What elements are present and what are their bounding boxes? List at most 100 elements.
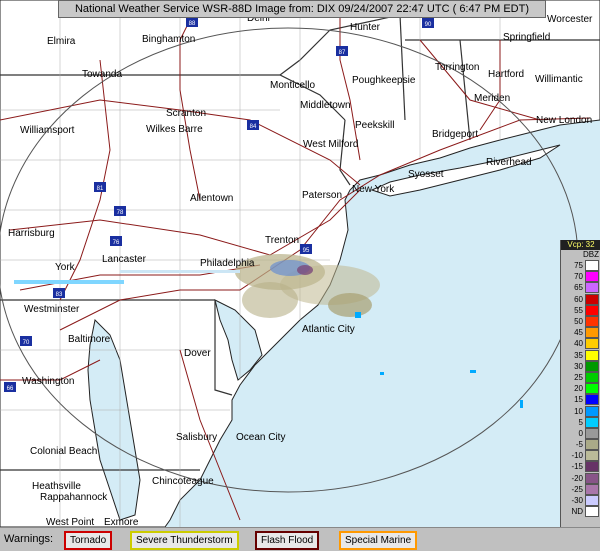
legend-swatch	[585, 271, 599, 283]
legend-level: 50	[561, 316, 600, 328]
legend-swatch	[585, 461, 599, 473]
legend-level-label: 15	[574, 395, 583, 405]
legend-level: -30	[561, 495, 600, 507]
warnings-bar: Warnings: Tornado Severe Thunderstorm Fl…	[0, 527, 600, 551]
legend-level: -5	[561, 439, 600, 451]
city-allentown: Allentown	[190, 193, 233, 204]
legend-level-label: 70	[574, 272, 583, 282]
legend-level: 40	[561, 338, 600, 350]
legend-level-label: -30	[571, 496, 583, 506]
image-title: National Weather Service WSR-88D Image f…	[58, 0, 546, 18]
city-binghamton: Binghamton	[142, 34, 195, 45]
legend-swatch	[585, 472, 599, 484]
legend-level: -25	[561, 483, 600, 495]
city-rappahannock: Rappahannock	[40, 492, 108, 503]
legend-level: 35	[561, 349, 600, 361]
city-york: York	[55, 262, 76, 273]
shield-84: 84	[247, 120, 259, 130]
city-springfield: Springfield	[503, 32, 550, 43]
legend-level: ND	[561, 506, 600, 518]
dbz-legend: Vcp: 32 DBZ 75 70 65 60 55 50 45 40 35 30 25 20 15 10…	[560, 240, 600, 543]
city-towanda: Towanda	[82, 69, 122, 80]
city-peekskill: Peekskill	[355, 120, 394, 131]
warning-flash-flood: Flash Flood	[255, 531, 320, 550]
legend-swatch	[585, 383, 599, 395]
legend-swatch	[585, 282, 599, 294]
svg-text:84: 84	[250, 124, 257, 130]
legend-swatch	[585, 316, 599, 328]
legend-unit: DBZ	[583, 250, 599, 259]
svg-text:88: 88	[189, 21, 196, 27]
city-westminster: Westminster	[24, 304, 80, 315]
legend-level-label: -20	[571, 473, 583, 483]
legend-level-label: 5	[578, 417, 583, 427]
city-baltimore: Baltimore	[68, 334, 111, 345]
svg-text:83: 83	[56, 292, 63, 298]
warning-special-marine: Special Marine	[339, 531, 418, 550]
shield-78: 78	[114, 206, 126, 216]
shield-81: 81	[94, 182, 106, 192]
shield-76: 76	[110, 236, 122, 246]
city-chincoteague: Chincoteague	[152, 476, 214, 487]
legend-level-label: 60	[574, 294, 583, 304]
shield-88: 88	[186, 17, 198, 27]
radar-map: 88 90 87 84 81 78 76 95 83 70 66 Delhi H…	[0, 0, 600, 550]
city-williamsport: Williamsport	[20, 125, 75, 136]
svg-text:81: 81	[97, 186, 104, 192]
legend-level: -15	[561, 461, 600, 473]
city-colonial-beach: Colonial Beach	[30, 446, 97, 457]
city-west-milford: West Milford	[303, 139, 358, 150]
legend-swatch	[585, 327, 599, 339]
city-meriden: Meriden	[474, 93, 510, 104]
legend-level-label: 35	[574, 350, 583, 360]
city-salisbury: Salisbury	[176, 432, 217, 443]
vcp-mode: Vcp: 32	[561, 240, 600, 250]
city-new-york: New York	[352, 184, 395, 195]
city-poughkeepsie: Poughkeepsie	[352, 75, 416, 86]
warning-tornado: Tornado	[64, 531, 113, 550]
legend-level-label: 0	[578, 428, 583, 438]
shield-90: 90	[422, 18, 434, 28]
shield-70: 70	[20, 336, 32, 346]
legend-level: 55	[561, 304, 600, 316]
legend-swatch	[585, 405, 599, 417]
legend-level-label: 50	[574, 317, 583, 327]
legend-level-label: 10	[574, 406, 583, 416]
legend-swatch	[585, 483, 599, 495]
city-harrisburg: Harrisburg	[8, 228, 55, 239]
city-heathsville: Heathsville	[32, 481, 81, 492]
shield-83: 83	[53, 288, 65, 298]
svg-text:76: 76	[113, 240, 120, 246]
legend-level-label: 45	[574, 328, 583, 338]
city-riverhead: Riverhead	[486, 157, 532, 168]
legend-level: 75	[561, 260, 600, 272]
legend-level-label: 40	[574, 339, 583, 349]
city-washington: Washington	[22, 376, 74, 387]
warning-severe-thunderstorm: Severe Thunderstorm	[130, 531, 239, 550]
legend-swatch	[585, 349, 599, 361]
city-hunter: Hunter	[350, 22, 381, 33]
legend-level: 45	[561, 327, 600, 339]
legend-level-label: 75	[574, 261, 583, 271]
legend-swatch	[585, 416, 599, 428]
legend-level: 0	[561, 427, 600, 439]
shield-66: 66	[4, 382, 16, 392]
city-torrington: Torrington	[435, 62, 479, 73]
legend-level: 5	[561, 416, 600, 428]
city-philadelphia: Philadelphia	[200, 258, 255, 269]
city-trenton: Trenton	[265, 235, 299, 246]
legend-level: 30	[561, 360, 600, 372]
legend-level-label: -15	[571, 462, 583, 472]
city-middletown: Middletown	[300, 100, 351, 111]
legend-level-label: 25	[574, 372, 583, 382]
shield-87: 87	[336, 46, 348, 56]
legend-level-label: -5	[575, 440, 583, 450]
svg-text:66: 66	[7, 386, 14, 392]
svg-text:90: 90	[425, 22, 432, 28]
city-willimantic: Willimantic	[535, 74, 583, 85]
legend-level: 25	[561, 371, 600, 383]
legend-level-label: 65	[574, 283, 583, 293]
svg-text:95: 95	[303, 248, 310, 254]
city-elmira: Elmira	[47, 36, 76, 47]
city-dover: Dover	[184, 348, 211, 359]
